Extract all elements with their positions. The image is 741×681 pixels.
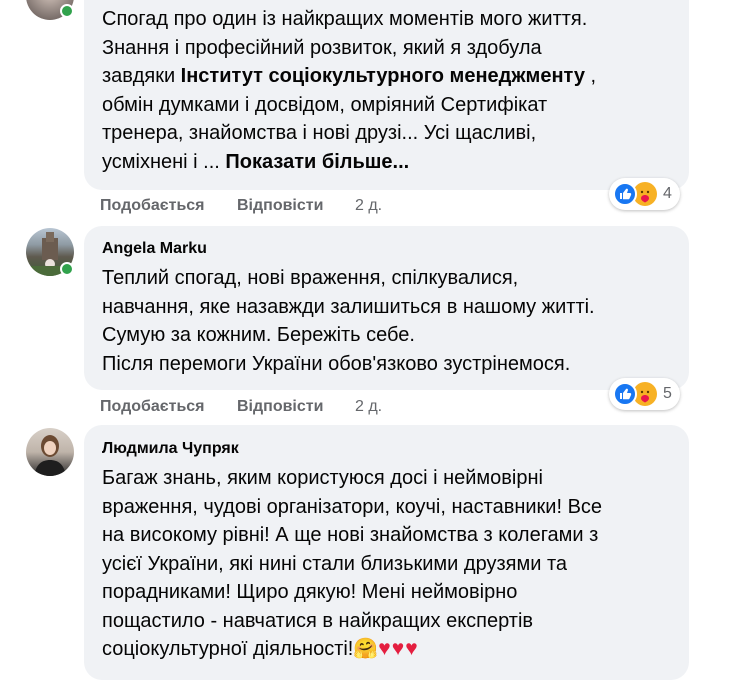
comment-text: Спогад про один із найкращих моментів мо…: [102, 5, 596, 176]
comment-line: усміхнені і ... Показати більше...: [102, 150, 410, 173]
like-reaction-icon: [613, 382, 637, 406]
comment-line: на високому рівні! А ще нові знайомства …: [102, 524, 599, 546]
comment-text: Теплий спогад, нові враження, спілкували…: [102, 264, 595, 378]
comment-author[interactable]: Angela Marku: [102, 240, 207, 258]
hugging-face-emoji: 🤗: [353, 638, 379, 660]
comment-bubble: Спогад про один із найкращих моментів мо…: [84, 0, 689, 190]
comment-line: завдяки Інститут соціокультурного менедж…: [102, 65, 597, 87]
online-status-icon: [60, 262, 74, 276]
see-more-link[interactable]: Показати більше...: [225, 151, 409, 173]
online-status-icon: [60, 4, 74, 18]
reply-button[interactable]: Відповісти: [237, 398, 323, 416]
comment-line: Знання і професійний розвиток, який я зд…: [102, 36, 542, 59]
comment-bubble: Angela Marku Теплий спогад, нові враженн…: [84, 226, 689, 390]
comment-line: Сумую за кожним. Бережіть себе.: [102, 324, 415, 346]
comment-line: пощастило - навчатися в найкращих експер…: [102, 609, 534, 632]
avatar-image: [34, 435, 66, 476]
comment-timestamp[interactable]: 2 д.: [355, 398, 382, 416]
comment-line: Багаж знань, яким користуюся досі і нейм…: [102, 467, 543, 489]
like-reaction-icon: [613, 182, 637, 206]
comment-line: соціокультурної діяльності!🤗♥♥♥: [102, 637, 419, 660]
comment-text: Багаж знань, яким користуюся досі і нейм…: [102, 464, 602, 664]
comment-line: навчання, яке назавжди залишиться в нашо…: [102, 295, 595, 318]
like-button[interactable]: Подобається: [100, 398, 205, 416]
reaction-count: 4: [663, 185, 672, 202]
comment-timestamp[interactable]: 2 д.: [355, 197, 382, 215]
comment-line: обмін думками і досвідом, омріяний Серти…: [102, 93, 548, 116]
heart-emoji: ♥♥♥: [378, 637, 419, 660]
reactions-summary[interactable]: 5: [609, 378, 680, 410]
comment-author[interactable]: Людмила Чупряк: [102, 440, 239, 458]
reactions-summary[interactable]: 4: [609, 178, 680, 210]
comment-bubble: Людмила Чупряк Багаж знань, яким користу…: [84, 425, 689, 680]
comment-line: Теплий спогад, нові враження, спілкували…: [102, 267, 519, 289]
mention-link[interactable]: Інститут соціокультурного менеджменту: [181, 65, 585, 87]
comment-line: Після перемоги України обов'язково зустр…: [102, 352, 571, 375]
reply-button[interactable]: Відповісти: [237, 197, 323, 215]
reaction-count: 5: [663, 385, 672, 402]
comment-line: тренера, знайомства і нові друзі... Усі …: [102, 122, 537, 144]
avatar[interactable]: [26, 428, 74, 476]
like-button[interactable]: Подобається: [100, 197, 205, 215]
comment-line: порадниками! Щиро дякую! Мені неймовірно: [102, 581, 518, 603]
comment-line: враження, чудові організатори, коучі, на…: [102, 495, 603, 518]
comment-line: Спогад про один із найкращих моментів мо…: [102, 8, 588, 30]
comment-line: усієї України, які нині стали близькими …: [102, 552, 568, 575]
